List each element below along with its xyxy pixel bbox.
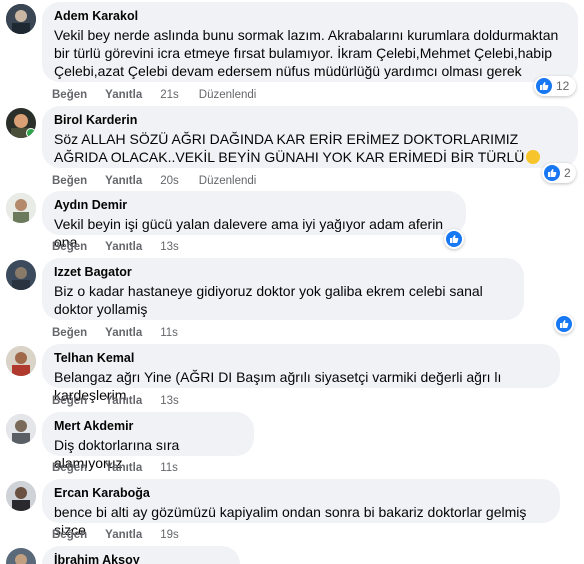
comment-author[interactable]: Mert Akdemir — [54, 418, 242, 434]
comment-timestamp[interactable]: 13s — [160, 240, 179, 254]
comment-author[interactable]: Telhan Kemal — [54, 350, 548, 366]
comment-list: Adem Karakol Vekil bey nerde aslında bun… — [0, 0, 584, 564]
comment-timestamp[interactable]: 21s — [160, 88, 179, 102]
thumbs-up-icon — [544, 165, 560, 181]
comment-text-content: Söz ALLAH SÖZÜ AĞRI DAĞINDA KAR ERİR ERİ… — [54, 131, 525, 165]
comment-bubble: Aydın Demir Vekil beyin işi gücü yalan d… — [42, 191, 466, 250]
comment-bubble: Telhan Kemal Belangaz ağrı Yine (AĞRI DI… — [42, 344, 560, 403]
reply-button[interactable]: Yanıtla — [105, 174, 142, 188]
comment-actions: Beğen Yanıtla 13s — [52, 394, 199, 408]
comment-author[interactable]: Adem Karakol — [54, 8, 566, 24]
comment-timestamp[interactable]: 19s — [160, 528, 179, 542]
comment-actions: Beğen Yanıtla 21s Düzenlendi — [52, 88, 256, 102]
comment-author[interactable]: Aydın Demir — [54, 197, 454, 213]
comment-bubble: Ercan Karaboğa bence bi alti ay gözümüzü… — [42, 479, 560, 538]
avatar[interactable] — [6, 108, 36, 138]
like-button[interactable]: Beğen — [52, 88, 87, 102]
avatar[interactable] — [6, 414, 36, 444]
reaction-count: 2 — [564, 166, 571, 180]
comment-author[interactable]: İbrahim Aksoy — [54, 552, 228, 564]
edited-label: Düzenlendi — [198, 175, 257, 187]
thumbs-up-icon — [556, 316, 572, 332]
avatar[interactable] — [6, 260, 36, 290]
like-button[interactable]: Beğen — [52, 394, 87, 408]
comment-bubble: Mert Akdemir Diş doktorlarına sıra alamı… — [42, 412, 254, 471]
comment-author[interactable]: Ercan Karaboğa — [54, 485, 548, 501]
comment-bubble: Adem Karakol Vekil bey nerde aslında bun… — [42, 2, 578, 82]
comment-bubble: Birol Karderin Söz ALLAH SÖZÜ AĞRI DAĞIN… — [42, 106, 578, 168]
avatar[interactable] — [6, 548, 36, 564]
online-status-icon — [26, 128, 36, 138]
avatar[interactable] — [6, 4, 36, 34]
reply-button[interactable]: Yanıtla — [105, 461, 142, 475]
like-button[interactable]: Beğen — [52, 240, 87, 254]
grinning-emoji-icon — [526, 150, 541, 164]
reply-button[interactable]: Yanıtla — [105, 528, 142, 542]
comment: İbrahim Aksoy — [0, 546, 584, 564]
avatar[interactable] — [6, 346, 36, 376]
comment-bubble: İbrahim Aksoy — [42, 546, 240, 564]
comment-actions: Beğen Yanıtla 11s — [52, 461, 198, 475]
comment-text: Vekil bey nerde aslında bunu sormak lazı… — [54, 27, 559, 79]
reaction-badge[interactable] — [444, 229, 464, 249]
like-button[interactable]: Beğen — [52, 326, 87, 340]
comment-timestamp[interactable]: 20s — [160, 174, 179, 188]
reaction-badge[interactable] — [554, 314, 574, 334]
comment-timestamp[interactable]: 11s — [160, 461, 178, 475]
reply-button[interactable]: Yanıtla — [105, 88, 142, 102]
reply-button[interactable]: Yanıtla — [105, 240, 142, 254]
like-button[interactable]: Beğen — [52, 461, 87, 475]
thumbs-up-icon — [536, 78, 552, 94]
avatar[interactable] — [6, 193, 36, 223]
comment-actions: Beğen Yanıtla 13s — [52, 240, 199, 254]
reply-button[interactable]: Yanıtla — [105, 326, 142, 340]
comment-timestamp[interactable]: 13s — [160, 394, 179, 408]
comment-author[interactable]: Birol Karderin — [54, 112, 566, 128]
comment-text: Söz ALLAH SÖZÜ AĞRI DAĞINDA KAR ERİR ERİ… — [54, 130, 566, 166]
like-button[interactable]: Beğen — [52, 174, 87, 188]
comment-text: Biz o kadar hastaneye gidiyoruz doktor y… — [54, 283, 483, 317]
comment-actions: Beğen Yanıtla 11s — [52, 326, 198, 340]
comment-timestamp[interactable]: 11s — [160, 326, 178, 340]
comment-bubble: Izzet Bagator Biz o kadar hastaneye gidi… — [42, 258, 524, 320]
reaction-count: 12 — [556, 79, 570, 93]
like-button[interactable]: Beğen — [52, 528, 87, 542]
reaction-count-badge[interactable]: 12 — [534, 76, 576, 96]
comment-author[interactable]: Izzet Bagator — [54, 264, 512, 280]
avatar[interactable] — [6, 481, 36, 511]
comment-actions: Beğen Yanıtla 19s — [52, 528, 199, 542]
reaction-count-badge[interactable]: 2 — [542, 163, 576, 183]
edited-label: Düzenlendi — [198, 89, 257, 101]
comment-actions: Beğen Yanıtla 20s Düzenlendi — [52, 174, 256, 188]
reply-button[interactable]: Yanıtla — [105, 394, 142, 408]
thumbs-up-icon — [446, 231, 462, 247]
